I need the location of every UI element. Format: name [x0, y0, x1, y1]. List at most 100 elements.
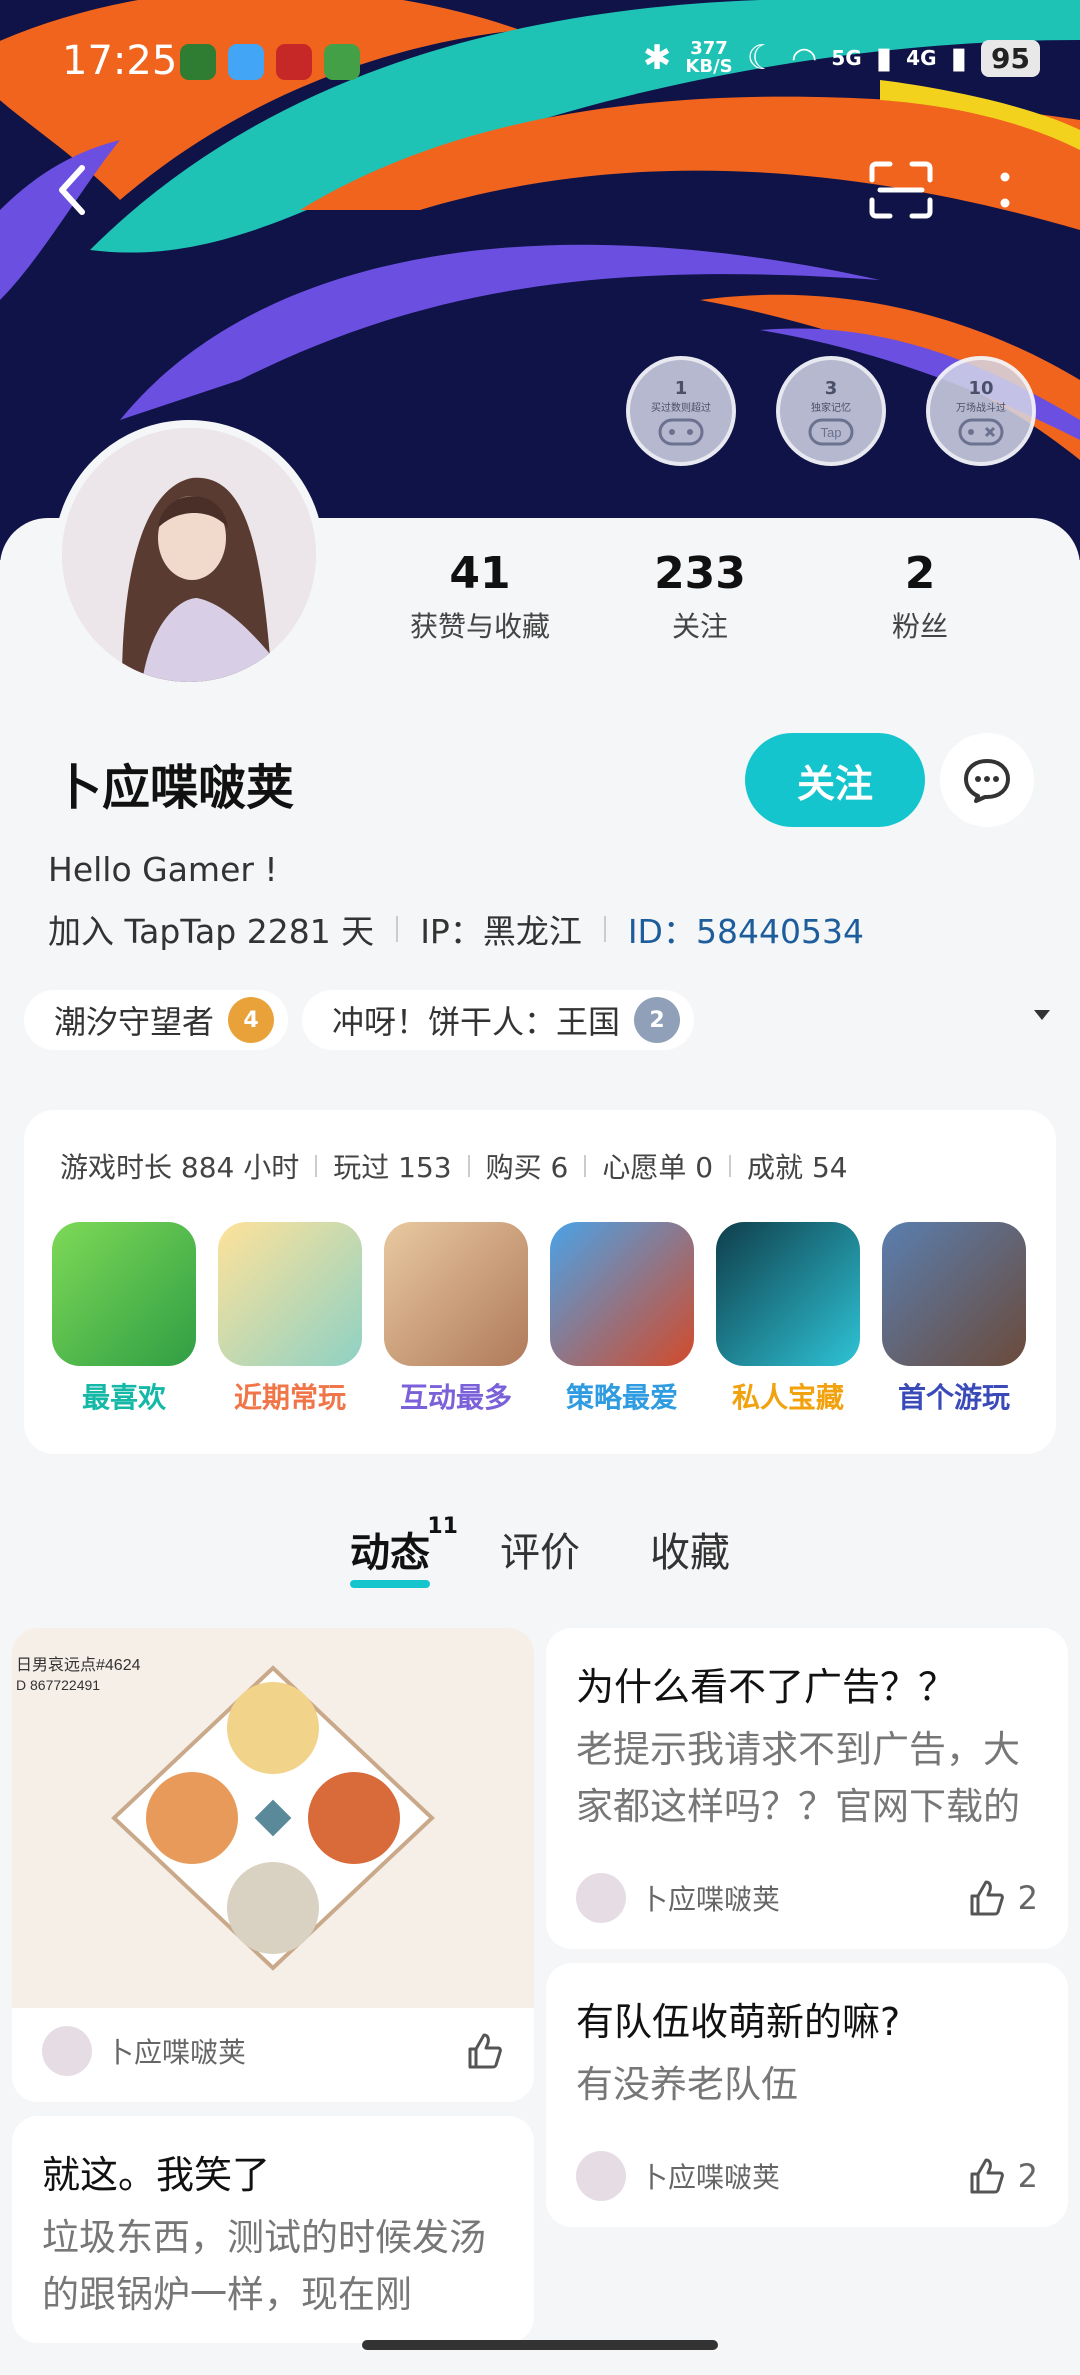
author-avatar[interactable]	[576, 1873, 626, 1923]
post-title: 为什么看不了广告？？	[576, 1665, 957, 1709]
post-card[interactable]: 就这。我笑了 垃圾东西，测试的时候发汤的跟锅炉一样，现在刚	[12, 2116, 534, 2343]
home-indicator[interactable]	[362, 2340, 718, 2350]
username: 卜应喋啵荚	[54, 760, 295, 816]
battery-app-icon	[324, 44, 360, 80]
post-text: 有没养老队伍	[576, 2063, 798, 2106]
tags-dropdown-icon[interactable]	[1034, 1010, 1050, 1020]
achievement-badge[interactable]: 3 独家记忆 Tap	[776, 356, 886, 466]
status-bar: 17:25 ✱ 377 KB/S ☾ ◠ 5G ▮ 4G ▮ 95	[0, 0, 1080, 130]
avatar[interactable]	[54, 420, 324, 690]
game-item-strategy[interactable]: 策略最爱	[550, 1222, 694, 1416]
wifi-icon: ◠	[791, 40, 818, 76]
purchased-stat[interactable]: 购买 6	[486, 1146, 569, 1186]
thumbs-up-icon	[970, 2158, 1004, 2194]
divider	[396, 916, 399, 942]
achievement-badge[interactable]: 10 万场战斗过	[926, 356, 1036, 466]
game-tag[interactable]: 冲呀！饼干人：王国 2	[302, 990, 695, 1050]
svg-text:Tap: Tap	[821, 425, 842, 440]
game-icon	[550, 1222, 694, 1366]
wishlist-stat[interactable]: 心愿单 0	[602, 1146, 713, 1186]
game-label: 私人宝藏	[731, 1381, 844, 1414]
game-icon	[716, 1222, 860, 1366]
game-label: 最喜欢	[81, 1381, 166, 1414]
like-button[interactable]: 2	[966, 2156, 1038, 2196]
status-app-icons	[180, 44, 360, 80]
post-author[interactable]: 卜应喋啵荚	[640, 2156, 966, 2196]
level-badge-number: 4	[243, 1007, 259, 1033]
post-author[interactable]: 卜应喋啵荚	[640, 1878, 966, 1918]
game-item-interaction[interactable]: 互动最多	[384, 1222, 528, 1416]
level-badge-icon: 2	[634, 997, 681, 1043]
played-stat[interactable]: 玩过 153	[333, 1146, 451, 1186]
network-speed-unit: KB/S	[685, 56, 733, 77]
tab-favorites[interactable]: 收藏	[650, 1520, 730, 1578]
bank-app-icon	[276, 44, 312, 80]
level-badge-number: 2	[649, 1007, 665, 1033]
signal-icon: ▮	[875, 40, 893, 76]
badge-caption: 买过数则超过	[651, 403, 711, 414]
more-options-icon[interactable]	[990, 165, 1020, 215]
gamepad-icon	[658, 418, 704, 446]
badge-caption: 独家记忆	[811, 403, 851, 414]
post-footer: 卜应喋啵荚 2	[546, 1855, 1068, 1949]
post-card[interactable]: 有队伍收萌新的嘛? 有没养老队伍 卜应喋啵荚 2	[546, 1963, 1068, 2227]
like-button[interactable]: 2	[966, 1878, 1038, 1918]
stat-label: 粉丝	[891, 610, 948, 643]
game-label: 互动最多	[399, 1381, 512, 1414]
tab-activity[interactable]: 动态 11	[350, 1514, 458, 1588]
like-button[interactable]	[464, 2031, 504, 2071]
join-days: 加入 TapTap 2281 天	[48, 912, 375, 951]
game-tag[interactable]: 潮汐守望者 4	[24, 990, 289, 1050]
game-item-recent[interactable]: 近期常玩	[218, 1222, 362, 1416]
divider	[603, 916, 606, 942]
game-item-treasure[interactable]: 私人宝藏	[716, 1222, 860, 1416]
message-button[interactable]	[940, 733, 1034, 827]
game-item-favorite[interactable]: 最喜欢	[52, 1222, 196, 1416]
author-avatar[interactable]	[576, 2151, 626, 2201]
thumbs-up-icon	[468, 2033, 502, 2069]
moon-icon: ☾	[746, 38, 778, 78]
tab-reviews[interactable]: 评价	[500, 1520, 580, 1578]
follow-button[interactable]: 关注	[745, 733, 925, 827]
stat-value: 233	[654, 548, 746, 599]
game-item-first[interactable]: 首个游玩	[882, 1222, 1026, 1416]
weather-icon	[228, 44, 264, 80]
game-label: 近期常玩	[233, 1381, 346, 1414]
user-id[interactable]: ID：58440534	[628, 905, 864, 953]
games-stats: 游戏时长 884 小时 玩过 153 购买 6 心愿单 0 成就 54	[60, 1146, 848, 1186]
stat-followers[interactable]: 2 粉丝	[820, 548, 1020, 645]
achievements-stat[interactable]: 成就 54	[747, 1146, 848, 1186]
tab-label: 动态	[350, 1530, 430, 1576]
divider	[729, 1155, 732, 1177]
author-avatar[interactable]	[42, 2026, 92, 2076]
post-image-caption: D 867722491	[16, 1677, 100, 1693]
post-image: 日男哀远点#4624 D 867722491	[12, 1628, 534, 2008]
game-label: 策略最爱	[565, 1381, 678, 1414]
post-card[interactable]: 为什么看不了广告？？ 老提示我请求不到广告，大家都这样吗？？官网下载的 卜应喋啵…	[546, 1628, 1068, 1949]
thumbs-up-icon	[970, 1880, 1004, 1916]
like-count: 2	[1017, 1879, 1038, 1917]
achievement-badge[interactable]: 1 买过数则超过	[626, 356, 736, 466]
post-footer: 卜应喋啵荚 2	[546, 2133, 1068, 2227]
stat-likes[interactable]: 41 获赞与收藏	[380, 548, 580, 645]
scan-icon[interactable]	[868, 160, 934, 220]
battery-indicator: 95	[981, 39, 1040, 77]
stat-value: 2	[904, 548, 936, 599]
divider	[584, 1155, 587, 1177]
playtime-stat[interactable]: 游戏时长 884 小时	[60, 1146, 299, 1186]
back-arrow-icon[interactable]	[52, 160, 92, 220]
badge-number: 3	[824, 378, 838, 399]
status-right: ✱ 377 KB/S ☾ ◠ 5G ▮ 4G ▮ 95	[643, 38, 1040, 78]
game-icon	[52, 1222, 196, 1366]
post-author[interactable]: 卜应喋啵荚	[106, 2031, 464, 2071]
post-text: 垃圾东西，测试的时候发汤的跟锅炉一样，现在刚	[42, 2216, 486, 2316]
level-badge-icon: 4	[228, 997, 275, 1043]
post-card[interactable]: 日男哀远点#4624 D 867722491 卜应喋啵荚	[12, 1628, 534, 2102]
stat-following[interactable]: 233 关注	[600, 548, 800, 645]
featured-games: 最喜欢 近期常玩 互动最多 策略最爱 私人宝藏 首个游玩	[52, 1222, 1026, 1416]
chat-bubble-icon	[964, 759, 1010, 803]
profile-meta: 加入 TapTap 2281 天 IP：黑龙江 ID：58440534	[48, 905, 864, 953]
profile-stats: 41 获赞与收藏 233 关注 2 粉丝	[380, 548, 1020, 645]
stat-label: 获赞与收藏	[409, 610, 550, 643]
bluetooth-icon: ✱	[642, 38, 672, 78]
